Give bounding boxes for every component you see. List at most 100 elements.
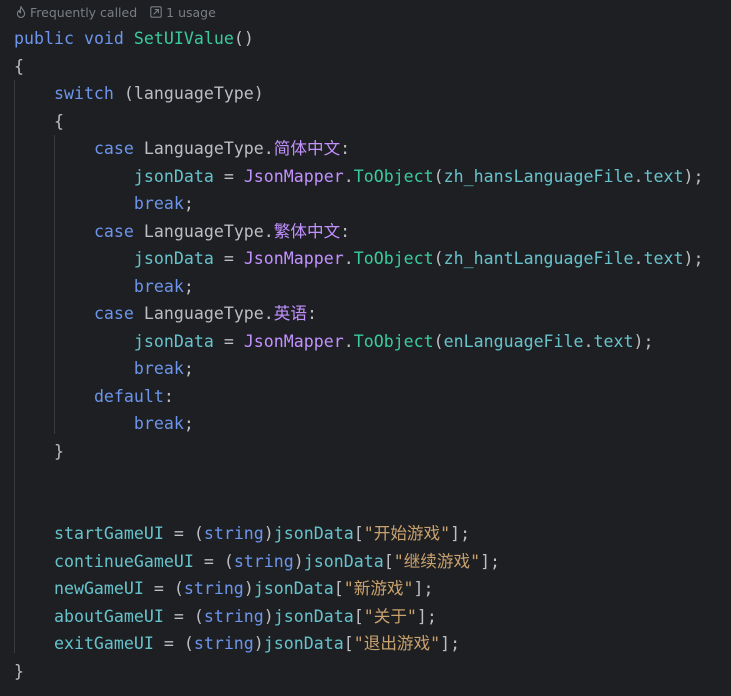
code-token: text: [643, 249, 684, 268]
code-area[interactable]: public void SetUIValue(){ switch (langua…: [14, 25, 703, 685]
code-token: ;: [183, 276, 194, 296]
code-line: break;: [14, 190, 703, 218]
code-token: :: [163, 386, 174, 406]
code-token: ;: [183, 414, 194, 433]
code-token: ): [293, 551, 304, 571]
code-token: [: [343, 634, 354, 653]
code-token: "退出游戏": [353, 634, 441, 653]
code-token: default: [93, 386, 164, 406]
code-line: break;: [14, 355, 703, 383]
code-token: .: [343, 166, 354, 186]
code-token: .: [263, 304, 274, 323]
code-token: zh_hansLanguageFile: [443, 166, 634, 186]
code-line: break;: [14, 273, 703, 301]
code-vision-hints: Frequently called 1 usage: [16, 4, 216, 20]
code-line: startGameUI = (string)jsonData["开始游戏"];: [14, 520, 703, 548]
code-token: (: [433, 166, 444, 186]
code-token: ];: [413, 579, 434, 598]
code-token: =: [213, 249, 244, 268]
code-token: .: [263, 139, 274, 158]
code-token: );: [683, 166, 704, 186]
code-token: zh_hantLanguageFile: [443, 249, 634, 268]
code-token: (): [233, 29, 254, 48]
code-token: ): [263, 606, 274, 626]
code-token: ];: [450, 524, 471, 543]
code-token: enLanguageFile: [443, 331, 584, 351]
code-token: );: [683, 249, 704, 268]
code-token: :: [306, 304, 317, 323]
code-token: text: [643, 166, 684, 186]
code-line: case LanguageType.简体中文:: [14, 135, 703, 163]
code-line: aboutGameUI = (string)jsonData["关于"];: [14, 603, 703, 631]
code-token: break: [133, 276, 184, 296]
code-token: SetUIValue: [133, 29, 234, 48]
code-token: break: [133, 359, 184, 378]
code-token: .: [633, 249, 644, 268]
code-token: 繁体中文: [273, 221, 341, 241]
code-token: [: [333, 579, 344, 598]
code-token: =: [213, 331, 244, 351]
code-token: [: [353, 606, 364, 626]
code-token: void: [83, 29, 124, 48]
code-token: 简体中文: [273, 139, 341, 158]
code-token: jsonData: [133, 331, 214, 351]
code-token: .: [633, 166, 644, 186]
code-token: jsonData: [253, 579, 334, 598]
code-token: startGameUI: [53, 524, 164, 543]
code-token: string: [203, 524, 264, 543]
code-token: break: [133, 414, 184, 433]
code-token: JsonMapper: [243, 249, 344, 268]
code-token: (: [433, 249, 444, 268]
code-token: = (: [153, 634, 194, 653]
code-editor[interactable]: Frequently called 1 usage public void Se…: [0, 0, 731, 696]
code-token: [: [383, 551, 394, 571]
code-token: }: [14, 441, 64, 461]
code-token: LanguageType: [143, 304, 264, 323]
code-token: string: [203, 606, 264, 626]
code-line: break;: [14, 410, 703, 438]
code-token: ToObject: [353, 166, 434, 186]
code-line: newGameUI = (string)jsonData["新游戏"];: [14, 575, 703, 603]
code-line: case LanguageType.英语:: [14, 300, 703, 328]
code-line: switch (languageType): [14, 80, 703, 108]
code-token: exitGameUI: [53, 634, 154, 653]
code-token: );: [633, 331, 654, 351]
code-token: }: [14, 661, 24, 681]
code-token: = (: [163, 606, 204, 626]
code-token: jsonData: [303, 551, 384, 571]
code-token: ToObject: [353, 331, 434, 351]
code-token: public: [14, 29, 74, 48]
code-token: jsonData: [263, 634, 344, 653]
usages-hint[interactable]: 1 usage: [150, 5, 216, 20]
code-token: jsonData: [133, 166, 214, 186]
frequently-called-hint[interactable]: Frequently called: [16, 5, 137, 20]
code-token: newGameUI: [53, 579, 144, 598]
code-token: text: [593, 331, 634, 351]
code-line: }: [14, 658, 703, 686]
code-token: switch: [53, 84, 114, 103]
code-line: }: [14, 438, 703, 466]
code-line: jsonData = JsonMapper.ToObject(enLanguag…: [14, 328, 703, 356]
code-line: default:: [14, 383, 703, 411]
code-token: .: [263, 221, 274, 241]
code-token: string: [183, 579, 244, 598]
code-token: aboutGameUI: [53, 606, 164, 626]
code-token: .: [583, 331, 594, 351]
code-token: 英语: [273, 304, 307, 323]
code-line: case LanguageType.繁体中文:: [14, 218, 703, 246]
usages-label: 1 usage: [166, 4, 216, 20]
code-token: ];: [416, 606, 437, 626]
